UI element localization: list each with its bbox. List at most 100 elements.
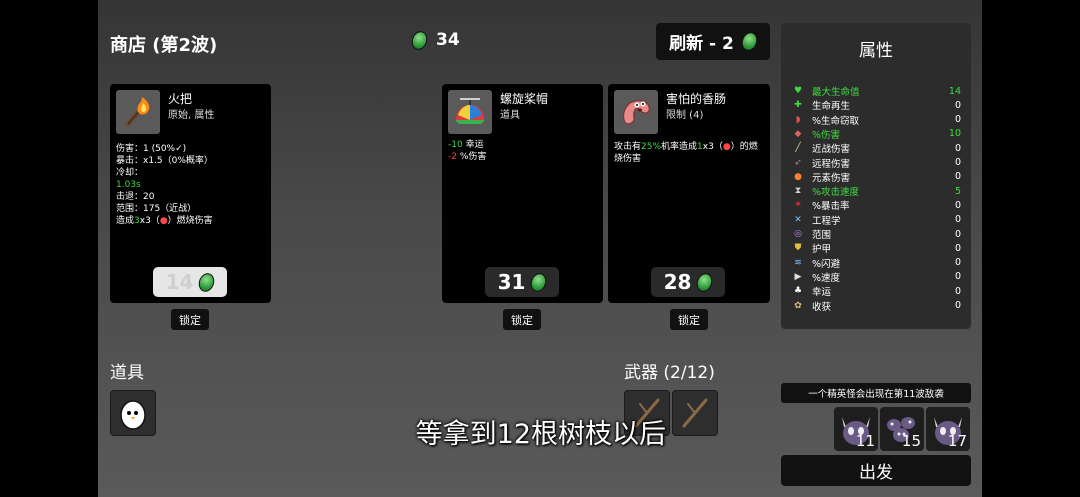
price-button[interactable]: 14 — [153, 267, 227, 297]
attribute-row[interactable]: ◆ %伤害 10 — [791, 127, 961, 141]
stat-text: ● — [722, 142, 731, 152]
attribute-value: 0 — [954, 99, 961, 111]
scared-sausage-icon — [614, 90, 658, 134]
stat-text: 击退：20 — [116, 192, 155, 202]
go-button[interactable]: 出发 — [781, 455, 971, 486]
price-button[interactable]: 31 — [485, 267, 559, 297]
stat-line: 1.03s — [116, 179, 213, 191]
stat-text: ）燃烧伤害 — [167, 216, 213, 226]
item-type: 原始, 属性 — [168, 110, 215, 121]
regen-icon: ✚ — [794, 100, 802, 111]
stat-text: 造成 — [116, 216, 135, 226]
attribute-value: 5 — [954, 185, 961, 197]
shop-item-card[interactable]: 螺旋桨帽 道具 -10 幸运 -2 %伤害 31 — [442, 84, 603, 303]
lifesteal-icon: ◗ — [795, 114, 801, 125]
stat-text: 1.03s — [116, 180, 141, 190]
attribute-value: 10 — [948, 128, 961, 140]
wave-number: 17 — [947, 432, 967, 450]
attribute-row[interactable]: ⧗ %攻击速度 5 — [791, 184, 961, 199]
wave-number: 15 — [901, 432, 921, 450]
stat-text: 机率造成 — [661, 142, 698, 152]
stat-text: 冷却： — [116, 168, 144, 178]
wave-enemy-box: 17 — [926, 407, 970, 451]
attribute-label: 工程学 — [812, 215, 841, 227]
attribute-label: 近战伤害 — [812, 144, 851, 156]
shop-item-card[interactable]: 害怕的香肠 限制 (4) 攻击有25%机率造成1x3（●）的燃 烧伤害 28 — [608, 84, 770, 303]
attribute-row[interactable]: ● 元素伤害 0 — [791, 170, 961, 184]
attribute-row[interactable]: ◎ 范围 0 — [791, 227, 961, 242]
stat-line: 冷却： — [116, 167, 213, 179]
stat-text: 暴击：x1.5（0%概率） — [116, 156, 213, 166]
shop-item-card[interactable]: 火把 原始, 属性 伤害：1 (50%✓) 暴击：x1.5（0%概率） 冷却： 1.0… — [110, 84, 271, 303]
attribute-label: %暴击率 — [812, 201, 850, 213]
wave-enemy-box: 15 — [880, 407, 924, 451]
attribute-row[interactable]: ✶ %暴击率 0 — [791, 198, 961, 213]
stat-line: 伤害：1 (50%✓) — [116, 143, 213, 155]
attribute-value: 0 — [954, 300, 961, 311]
materials-count: 34 — [436, 30, 460, 50]
attribute-value: 14 — [948, 85, 961, 97]
stat-text: ✓ — [175, 144, 183, 154]
attribute-value: 0 — [954, 214, 961, 226]
heart-icon: ♥ — [793, 86, 803, 96]
stat-line: 烧伤害 — [614, 153, 764, 165]
attribute-row[interactable]: ⛊ 护甲 0 — [791, 241, 961, 256]
attribute-label: %闪避 — [812, 258, 841, 270]
attribute-value: 0 — [954, 157, 961, 168]
attribute-row[interactable]: ➶ 远程伤害 0 — [791, 156, 961, 170]
melee-icon: ╱ — [795, 143, 801, 154]
engineering-icon: ✕ — [794, 214, 802, 225]
attribute-row[interactable]: ✿ 收获 0 — [791, 299, 961, 313]
attribute-label: 远程伤害 — [812, 158, 851, 170]
stat-line: 范围：175（近战） — [116, 203, 213, 215]
reroll-button[interactable]: 刷新 - 2 — [656, 23, 770, 60]
game-screen: 商店 (第2波) 34 刷新 - 2 火把 原始, 属性 伤害：1 (50%✓)… — [98, 0, 982, 497]
stat-text: x3（ — [702, 142, 723, 152]
armor-icon: ⛊ — [794, 243, 802, 254]
lock-button[interactable]: 锁定 — [171, 309, 209, 330]
attribute-label: 元素伤害 — [812, 172, 851, 184]
item-stats: 攻击有25%机率造成1x3（●）的燃 烧伤害 — [614, 141, 764, 165]
attribute-row[interactable]: ✚ 生命再生 0 — [791, 98, 961, 113]
shop-title: 商店 (第2波) — [110, 35, 218, 56]
item-type: 限制 (4) — [666, 110, 704, 121]
item-type: 道具 — [500, 110, 520, 121]
stat-line: 造成3x3（●）燃烧伤害 — [116, 215, 213, 227]
harvest-icon: ✿ — [794, 300, 802, 311]
price-value: 14 — [165, 270, 194, 294]
attribute-label: 幸运 — [812, 287, 832, 299]
price-value: 28 — [663, 270, 692, 294]
range-icon: ◎ — [794, 229, 802, 239]
stat-text: x3（ — [139, 216, 160, 226]
attribute-label: 最大生命值 — [812, 87, 860, 98]
wave-number: 11 — [855, 432, 875, 450]
elemental-icon: ● — [794, 171, 802, 182]
propeller-hat-icon — [448, 90, 492, 134]
material-coin-icon — [694, 270, 716, 294]
attribute-value: 0 — [954, 199, 961, 211]
attribute-label: %攻击速度 — [812, 187, 860, 199]
price-button[interactable]: 28 — [651, 267, 725, 297]
material-coin-icon — [409, 28, 430, 52]
stat-text: 幸运 — [462, 140, 484, 150]
attributes-panel: 属性 ♥ 最大生命值 14 ✚ 生命再生 0 ◗ %生命窃取 0 ◆ %伤害 10 ╱ 近战伤害 0 ➶ 远程伤… — [781, 23, 971, 329]
lock-button[interactable]: 锁定 — [670, 309, 708, 330]
elite-notice: 一个精英怪会出现在第11波敌袭 — [781, 383, 971, 403]
attribute-value: 0 — [954, 228, 961, 240]
attribute-value: 0 — [954, 285, 961, 297]
attribute-row[interactable]: ▶ %速度 0 — [791, 270, 961, 284]
attribute-row[interactable]: ♥ 最大生命值 14 — [791, 84, 961, 99]
damage-icon: ◆ — [794, 128, 802, 139]
stat-line: -10 幸运 — [448, 139, 486, 151]
attribute-row[interactable]: ✕ 工程学 0 — [791, 213, 961, 227]
attribute-row[interactable]: ♣ 幸运 0 — [791, 284, 961, 299]
attribute-value: 0 — [954, 257, 961, 269]
attribute-row[interactable]: ╱ 近战伤害 0 — [791, 141, 961, 156]
stat-text: 攻击有 — [614, 142, 642, 152]
attribute-row[interactable]: ≋ %闪避 0 — [791, 256, 961, 270]
stat-text: -10 — [448, 140, 463, 150]
attribute-value: 0 — [954, 142, 961, 154]
video-subtitle: 等拿到12根树枝以后 — [415, 419, 666, 450]
attribute-row[interactable]: ◗ %生命窃取 0 — [791, 113, 961, 127]
lock-button[interactable]: 锁定 — [503, 309, 541, 330]
